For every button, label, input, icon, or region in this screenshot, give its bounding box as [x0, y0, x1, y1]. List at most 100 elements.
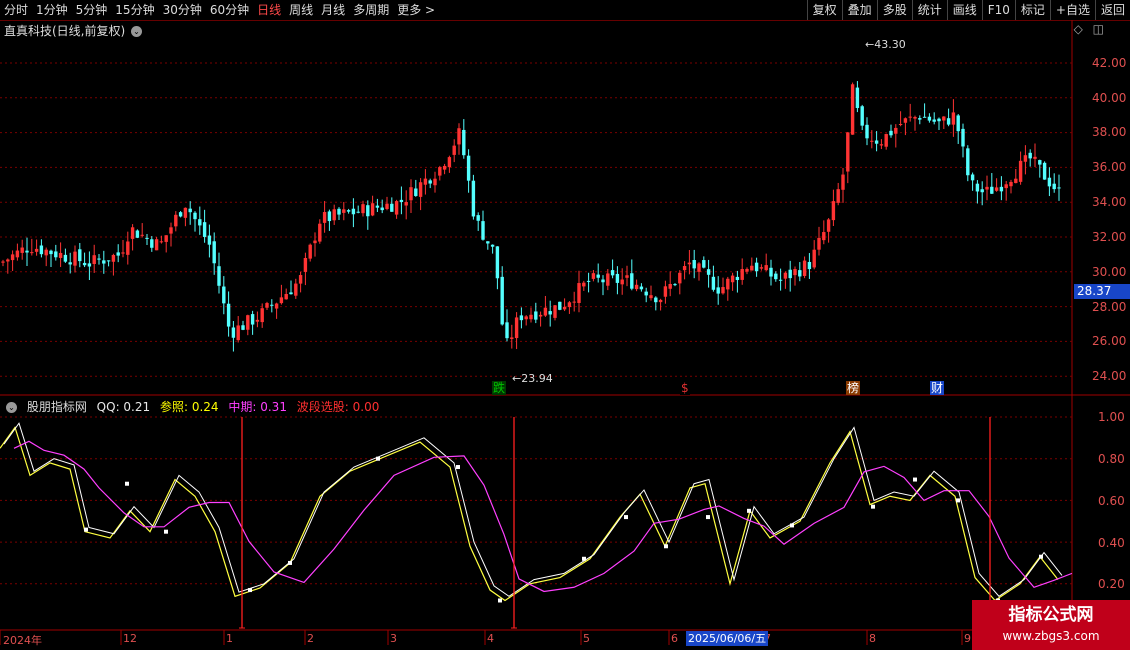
price-axis-label: 26.00: [1092, 334, 1127, 348]
indicator-name[interactable]: 股朋指标网: [27, 400, 87, 414]
candle-body: [236, 325, 240, 341]
date-cursor-label: 2025/06/06/五: [686, 631, 769, 646]
candle-body: [25, 250, 29, 253]
candle-body: [548, 311, 552, 315]
candle-body: [226, 303, 231, 327]
candle-body: [634, 284, 639, 290]
candle-body: [284, 293, 288, 300]
candle-body: [630, 273, 634, 289]
candle-body: [687, 262, 692, 265]
candle-body: [442, 165, 447, 170]
signal-dot: [125, 481, 129, 486]
candle-body: [975, 183, 980, 192]
candle-body: [404, 202, 408, 206]
candle-body: [366, 205, 370, 217]
candle-body: [356, 211, 360, 213]
candle-body: [140, 234, 144, 236]
candle-body: [937, 118, 941, 122]
candle-body: [375, 205, 380, 208]
candle-body: [922, 116, 927, 118]
watermark-url: www.zbgs3.com: [1002, 629, 1100, 643]
candle-body: [145, 237, 149, 239]
candle-body: [908, 116, 912, 118]
candle-body: [54, 251, 58, 258]
candle-body: [807, 261, 812, 270]
candle-body: [63, 254, 68, 262]
price-axis-label: 28.00: [1092, 300, 1127, 314]
candle-body: [1004, 184, 1008, 189]
signal-dot: [1039, 554, 1043, 559]
candle-body: [582, 282, 586, 287]
date-axis-label: 9: [964, 632, 971, 645]
candle-body: [591, 273, 596, 279]
candle-body: [918, 118, 922, 120]
candle-body: [726, 278, 730, 290]
price-axis-label: 42.00: [1092, 56, 1127, 70]
candle-body: [1, 261, 5, 263]
candle-body: [1042, 162, 1047, 180]
candle-body: [222, 286, 226, 304]
candle-body: [414, 188, 418, 196]
candle-body: [793, 269, 797, 276]
candle-body: [942, 116, 946, 121]
reference-line: [0, 426, 1059, 602]
candle-body: [1014, 178, 1018, 184]
candle-body: [774, 273, 778, 280]
price-axis-label: 24.00: [1092, 369, 1127, 383]
candle-body: [990, 186, 994, 194]
candle-body: [111, 254, 116, 262]
candle-body: [985, 186, 989, 190]
candle-body: [697, 263, 701, 272]
candle-body: [721, 287, 725, 294]
date-axis-label: 12: [123, 632, 137, 645]
signal-dot: [871, 504, 875, 509]
candle-body: [255, 319, 260, 322]
candle-body: [183, 207, 188, 218]
candle-body: [135, 230, 140, 238]
candle-body: [466, 155, 471, 181]
candle-body: [538, 314, 543, 317]
candle-body: [783, 272, 788, 279]
date-axis-label: 2024年: [3, 634, 42, 647]
candle-body: [606, 273, 610, 286]
candle-body: [889, 130, 893, 136]
candle-body: [6, 259, 10, 262]
candle-body: [102, 260, 106, 264]
candle-body: [231, 327, 236, 338]
date-axis-label: 4: [487, 632, 494, 645]
candle-body: [615, 273, 620, 283]
signal-dot: [624, 515, 628, 520]
candle-body: [874, 140, 879, 144]
candle-body: [418, 182, 423, 197]
candle-body: [399, 199, 404, 203]
candle-body: [778, 279, 783, 281]
candle-body: [476, 215, 480, 221]
candle-body: [87, 263, 92, 267]
candle-body: [457, 128, 461, 145]
signal-dot: [747, 508, 751, 513]
candle-body: [870, 140, 874, 142]
date-axis-label: 8: [869, 632, 876, 645]
candle-body: [289, 292, 293, 295]
candle-body: [337, 208, 341, 215]
candle-body: [692, 260, 696, 269]
candle-body: [308, 244, 312, 259]
chevron-down-icon[interactable]: ⌄: [6, 402, 17, 413]
candle-body: [279, 297, 284, 304]
kline-chart[interactable]: [0, 0, 1130, 650]
signal-dot: [956, 498, 960, 503]
candle-body: [850, 84, 855, 135]
finance-marker[interactable]: 财: [930, 381, 945, 395]
ranking-marker[interactable]: 榜: [846, 381, 861, 395]
candle-body: [20, 247, 24, 253]
candle-body: [625, 275, 629, 278]
dollar-marker[interactable]: $: [680, 381, 690, 395]
price-axis-label: 32.00: [1092, 230, 1127, 244]
drop-marker[interactable]: 跌: [492, 381, 507, 395]
candle-body: [543, 307, 548, 316]
signal-dot: [288, 560, 292, 565]
candle-body: [970, 174, 975, 181]
indicator-title: ⌄ 股朋指标网 QQ: 0.21 参照: 0.24 中期: 0.31 波段选股:…: [4, 398, 385, 415]
candle-body: [562, 306, 567, 310]
candle-body: [706, 269, 711, 275]
